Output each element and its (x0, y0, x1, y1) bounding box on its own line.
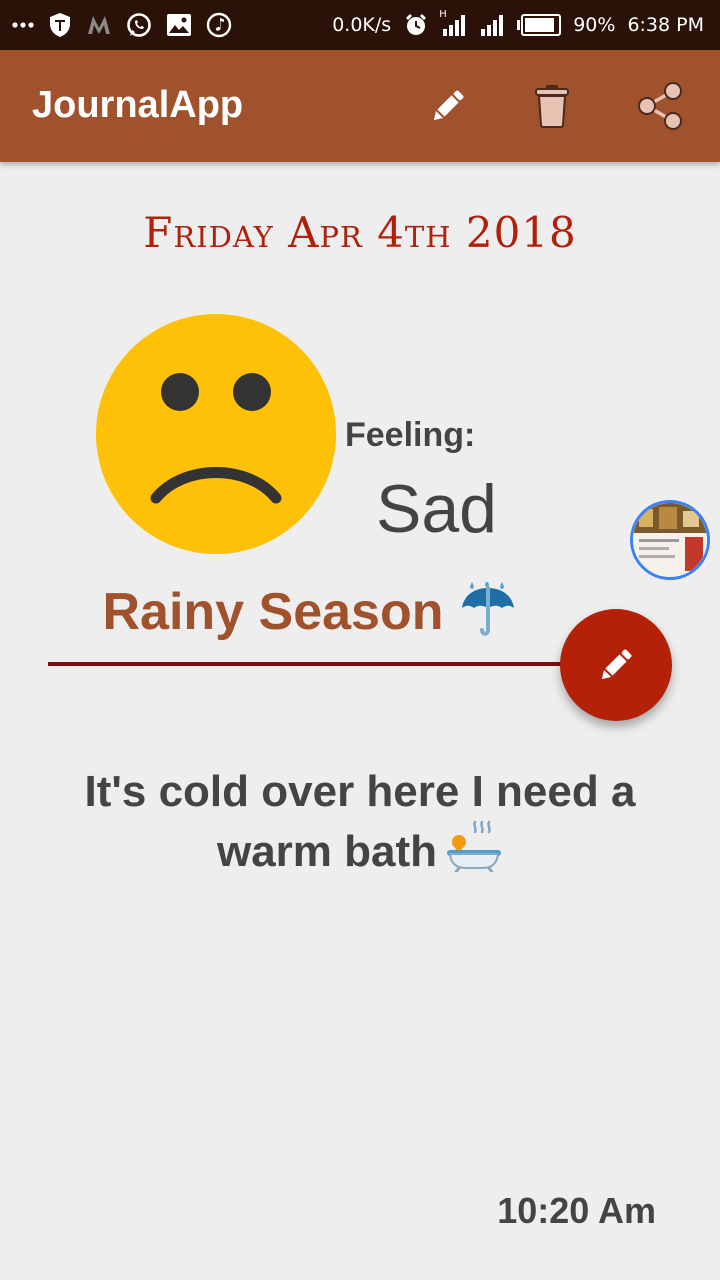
entry-title: Rainy Season (0, 582, 620, 642)
alarm-clock-icon (403, 10, 429, 40)
battery-percent: 90% (573, 14, 616, 36)
thumbnail-icon (633, 503, 707, 577)
floating-chat-head[interactable] (630, 500, 710, 580)
delete-button[interactable] (520, 74, 584, 138)
sad-face-icon (96, 314, 336, 554)
network-speed: 0.0K/s (332, 14, 392, 36)
image-icon (166, 10, 192, 40)
music-note-icon (206, 10, 232, 40)
feeling-label: Feeling: (345, 416, 476, 454)
entry-date: Friday Apr 4th 2018 (143, 208, 577, 257)
pencil-icon (601, 649, 632, 680)
network-type-label: H (439, 9, 447, 20)
battery-icon (517, 14, 562, 36)
status-clock: 6:38 PM (627, 14, 704, 36)
whatsapp-icon (126, 10, 152, 40)
share-button[interactable] (628, 74, 692, 138)
entry-time: 10:20 Am (497, 1190, 656, 1231)
edit-button[interactable] (416, 74, 480, 138)
battery-level (525, 18, 554, 32)
shield-icon (48, 10, 72, 40)
delete-icon (535, 85, 569, 128)
umbrella-rain-icon (461, 582, 514, 636)
signal-icon (479, 10, 505, 40)
signal-h-icon: H (439, 9, 467, 40)
edit-fab-button[interactable] (560, 609, 672, 721)
status-bar: 0.0K/s H 90% 6:38 PM (0, 0, 720, 50)
status-bar-left (12, 0, 232, 50)
entry-body: It's cold over here I need a warm bath (60, 764, 660, 880)
more-dots-icon (12, 10, 34, 40)
entry-title-text: Rainy Season (102, 583, 444, 641)
share-icon (638, 82, 682, 130)
m-logo-icon (86, 10, 112, 40)
title-underline (48, 662, 578, 666)
app-bar: JournalApp (0, 50, 720, 162)
bath-icon (447, 820, 502, 872)
edit-icon (433, 90, 464, 121)
status-bar-right: 0.0K/s H 90% 6:38 PM (332, 0, 704, 50)
entry-body-text: It's cold over here I need a warm bath (84, 767, 636, 876)
app-title: JournalApp (32, 84, 244, 126)
feeling-value: Sad (376, 471, 497, 547)
